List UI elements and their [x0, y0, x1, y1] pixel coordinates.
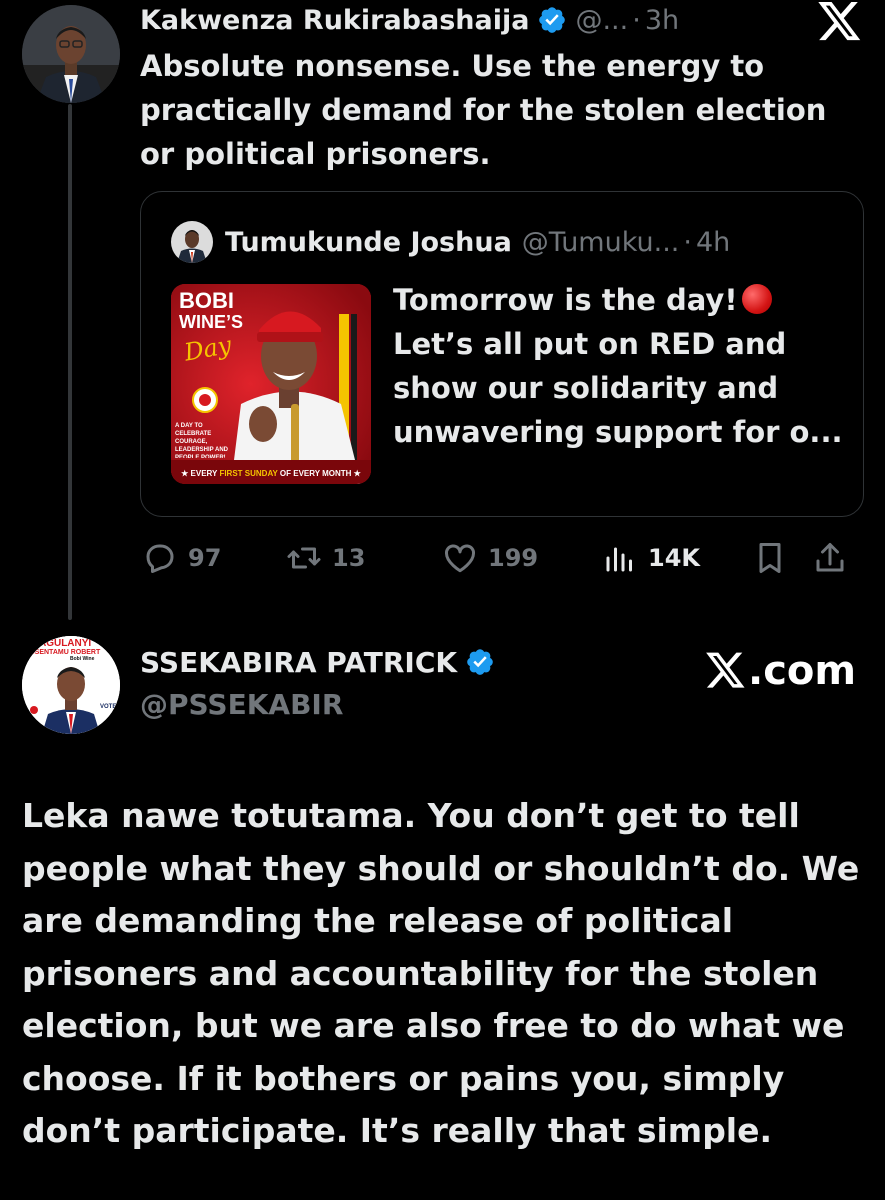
retweet-count: 13 — [332, 544, 366, 572]
avatar-tumukunde — [171, 221, 213, 263]
quote-text-first: Tomorrow is the day! — [393, 283, 738, 317]
quote-text: Tomorrow is the day! Let’s all put on RE… — [393, 278, 843, 454]
quote-header: Tumukunde Joshua @Tumuku... · 4h — [171, 221, 730, 263]
views-button[interactable]: 14K — [602, 536, 700, 580]
x-logo-icon — [818, 2, 862, 42]
thread-connector-line — [68, 104, 72, 620]
main-tweet-author: SSEKABIRA PATRICK — [140, 642, 503, 682]
red-circle-emoji-icon — [741, 284, 772, 314]
quote-card[interactable]: Tumukunde Joshua @Tumuku... · 4h ★ EVERY… — [140, 191, 864, 517]
quote-text-rest: Let’s all put on RED and show our solida… — [393, 327, 843, 449]
x-logo-icon — [706, 652, 745, 688]
quote-author-name[interactable]: Tumukunde Joshua — [225, 227, 512, 258]
tweet-action-bar: 97 13 199 14K — [140, 536, 864, 580]
reply-icon — [146, 544, 174, 573]
like-icon — [444, 544, 476, 573]
reply-count: 97 — [188, 544, 222, 572]
like-button[interactable]: 199 — [442, 536, 538, 580]
retweet-button[interactable]: 13 — [286, 536, 365, 580]
media-headline-2: WINE’S — [179, 312, 243, 332]
views-icon — [606, 547, 632, 572]
verified-icon — [537, 5, 567, 35]
watermark-text: .com — [748, 648, 857, 694]
avatar-banner-3: Bobi Wine — [70, 656, 95, 662]
share-button[interactable] — [812, 536, 858, 580]
retweet-icon — [287, 547, 321, 569]
author-handle[interactable]: @... — [575, 5, 628, 36]
dot-separator: · — [632, 4, 641, 36]
quote-author-handle[interactable]: @Tumuku... — [522, 227, 680, 258]
views-count: 14K — [648, 544, 700, 572]
quoted-reply-text: Absolute nonsense. Use the energy to pra… — [140, 49, 827, 171]
share-icon — [816, 543, 844, 572]
author-name[interactable]: Kakwenza Rukirabashaija — [140, 5, 529, 36]
avatar-side-text: VOTE — [100, 704, 116, 710]
timestamp[interactable]: 3h — [645, 5, 679, 36]
like-count: 199 — [488, 544, 539, 572]
avatar-kakwenza[interactable] — [22, 5, 120, 103]
media-headline-1: BOBI — [179, 288, 234, 313]
dot-separator: · — [683, 226, 692, 258]
author-name[interactable]: SSEKABIRA PATRICK — [140, 646, 457, 679]
quoted-reply-header: Kakwenza Rukirabashaija @... · 3h — [140, 0, 679, 40]
media-caption: A DAY TO CELEBRATE COURAGE, LEADERSHIP A… — [175, 423, 229, 458]
media-footer-text: ★ EVERY FIRST SUNDAY OF EVERY MONTH ★ — [181, 469, 362, 478]
quote-media-image[interactable]: ★ EVERY FIRST SUNDAY OF EVERY MONTH ★ BO… — [171, 284, 371, 484]
screenshot: Kakwenza Rukirabashaija @... · 3h Absolu… — [0, 0, 885, 1200]
avatar-banner-2: SSENTAMU ROBERT — [30, 649, 101, 656]
avatar-ssekabira[interactable]: KYAGULANYI SSENTAMU ROBERT Bobi Wine VOT… — [22, 636, 120, 734]
verified-icon — [465, 647, 495, 677]
bookmark-button[interactable] — [752, 536, 798, 580]
quote-timestamp[interactable]: 4h — [696, 227, 730, 258]
avatar-banner-1: KYAGULANYI — [26, 638, 91, 649]
main-tweet-text: Leka nawe totutama. You don’t get to tel… — [22, 796, 860, 1150]
reply-button[interactable]: 97 — [142, 536, 221, 580]
bookmark-icon — [759, 543, 781, 573]
main-tweet-handle[interactable]: @PSSEKABIR — [140, 684, 343, 724]
x-com-watermark: .com — [706, 646, 856, 696]
